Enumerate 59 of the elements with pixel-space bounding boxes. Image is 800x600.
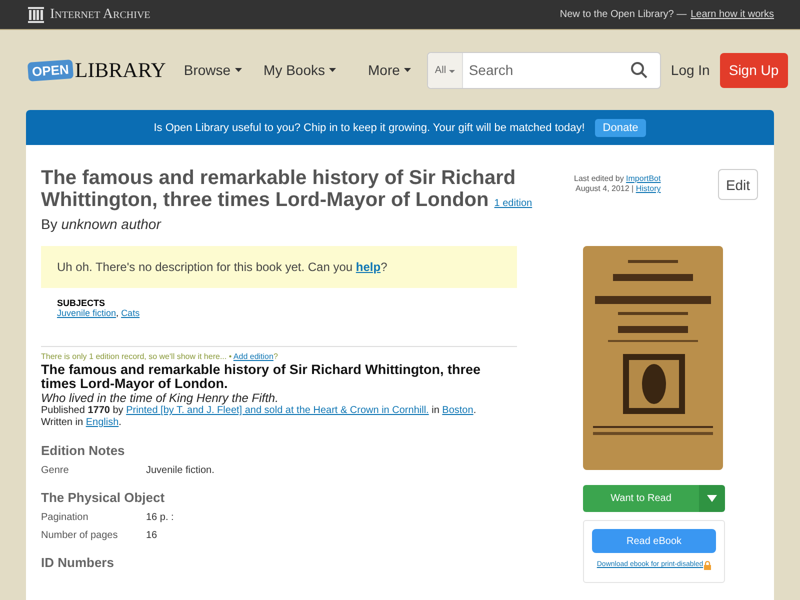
want-to-read-button[interactable]: Want to Read bbox=[583, 485, 699, 512]
edition-title: The famous and remarkable history of Sir Richard Whittington, three times Lord-Mayor of London. bbox=[41, 363, 482, 391]
history-link[interactable]: History bbox=[636, 184, 661, 193]
search-scope-dropdown[interactable]: All bbox=[428, 52, 463, 88]
lock-icon bbox=[704, 561, 712, 570]
edition-subtitle: Who lived in the time of King Henry the Fifth. bbox=[41, 391, 280, 405]
language-link[interactable]: English bbox=[86, 417, 119, 428]
publication-info: Published 1770 by Printed [by T. and J. Fleet] and sold at the Heart & Crown in Cornhill. in Boston. bbox=[41, 405, 478, 417]
help-link[interactable]: help bbox=[356, 260, 381, 274]
section-heading: ID Numbers bbox=[41, 555, 115, 570]
section-heading: The Physical Object bbox=[41, 490, 166, 505]
caret-icon bbox=[234, 68, 242, 72]
add-edition-link[interactable]: Add edition bbox=[233, 352, 274, 361]
section-heading: Edition Notes bbox=[41, 443, 126, 458]
dropdown-button[interactable] bbox=[699, 485, 725, 512]
search-box[interactable]: All Search bbox=[426, 52, 661, 88]
subjects-heading: SUBJECTS bbox=[57, 298, 106, 308]
language-info: Written in English. bbox=[41, 417, 122, 429]
editor-link[interactable]: ImportBot bbox=[626, 174, 661, 183]
signup-button[interactable]: Sign Up bbox=[720, 52, 788, 88]
field-value: Juvenile fiction. bbox=[146, 465, 214, 476]
internet-archive-logo[interactable]: Internet Archive bbox=[50, 6, 150, 22]
nav-menu[interactable]: My Books bbox=[256, 62, 344, 78]
field-value: 16 bbox=[146, 530, 158, 541]
author-name: unknown author bbox=[61, 216, 161, 232]
field-value: 16 p. : bbox=[146, 512, 174, 523]
edition-count-link[interactable]: 1 edition bbox=[494, 198, 532, 209]
by-label: By bbox=[41, 216, 58, 232]
archive-building-icon bbox=[28, 6, 44, 22]
field-label: Pagination bbox=[41, 512, 90, 523]
place-link[interactable]: Boston bbox=[442, 405, 474, 416]
new-user-prompt: New to the Open Library? — bbox=[560, 9, 687, 20]
question-mark: ? bbox=[273, 352, 278, 361]
caret-icon bbox=[329, 68, 336, 72]
separator: , bbox=[116, 308, 120, 318]
edit-date: August 4, 2012 | bbox=[575, 184, 634, 193]
caret-icon bbox=[448, 70, 455, 72]
subject-link[interactable]: Juvenile fiction bbox=[57, 308, 116, 318]
learn-how-link[interactable]: Learn how it works bbox=[690, 9, 774, 20]
nav-menu[interactable]: More bbox=[360, 62, 419, 78]
subject-link[interactable]: Cats bbox=[121, 308, 140, 318]
edition-notice: There is only 1 edition record, so we'll show it here... • bbox=[41, 352, 232, 361]
login-link[interactable]: Log In bbox=[670, 62, 710, 78]
last-edited-label: Last edited by bbox=[574, 174, 624, 183]
publisher-link[interactable]: Printed [by T. and J. Fleet] and sold at the Heart & Crown in Cornhill. bbox=[126, 405, 429, 416]
read-ebook-button[interactable]: Read eBook bbox=[592, 529, 716, 553]
edit-button[interactable]: Edit bbox=[718, 169, 758, 200]
search-icon[interactable] bbox=[630, 61, 648, 79]
donate-button[interactable]: Donate bbox=[594, 118, 646, 136]
nav-menu[interactable]: Browse bbox=[176, 62, 250, 78]
field-label: Genre bbox=[41, 465, 70, 476]
open-sign-logo[interactable]: OPEN bbox=[27, 58, 74, 82]
caret-icon bbox=[707, 495, 717, 502]
caret-icon bbox=[404, 68, 411, 72]
book-title: The famous and remarkable history of Sir Richard Whittington, three times Lord-Mayor of London 1 edition bbox=[41, 167, 534, 213]
description-notice: Uh oh. There's no description for this book yet. Can you help? bbox=[41, 246, 517, 288]
field-label: Number of pages bbox=[41, 530, 119, 541]
library-logo-text[interactable]: LIBRARY bbox=[74, 58, 166, 82]
donation-message: Is Open Library useful to you? Chip in to keep it growing. Your gift will be matched today! bbox=[154, 122, 585, 134]
